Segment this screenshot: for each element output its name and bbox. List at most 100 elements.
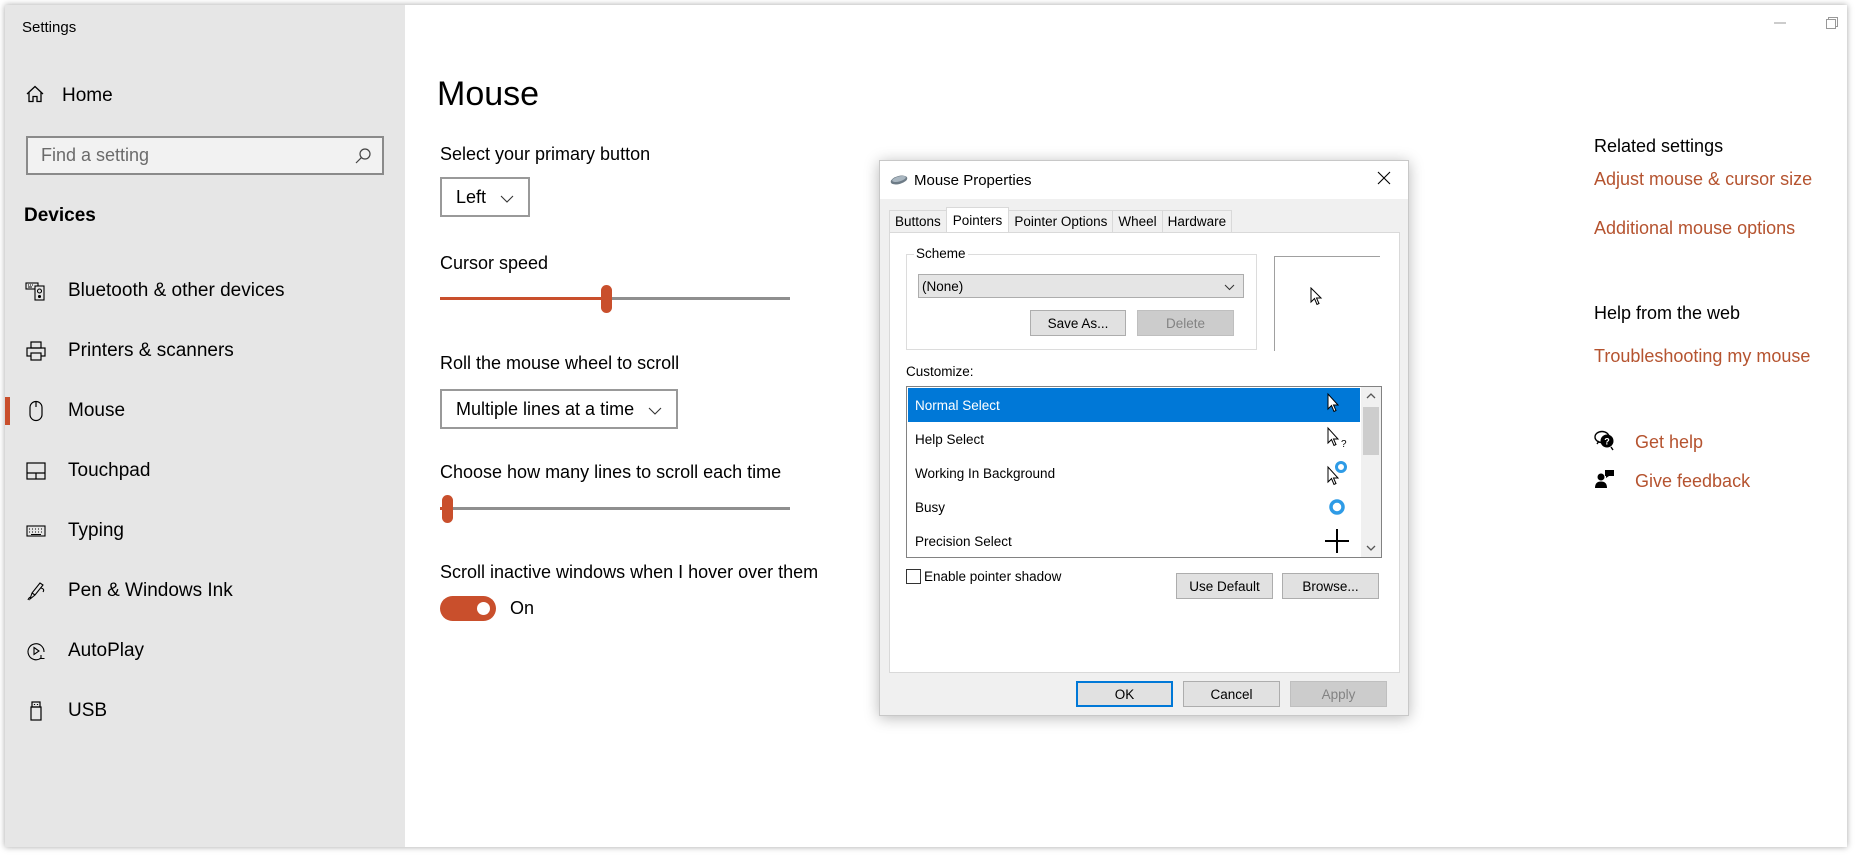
busy-cursor-icon	[1322, 493, 1350, 521]
scheme-dropdown[interactable]: (None)	[918, 274, 1244, 298]
chevron-up-icon	[1366, 393, 1376, 399]
cursor-speed-slider[interactable]	[440, 283, 790, 313]
home-label: Home	[62, 85, 113, 106]
give-feedback-label: Give feedback	[1635, 471, 1751, 491]
sidebar-item-label: Bluetooth & other devices	[68, 280, 285, 301]
additional-mouse-options-link[interactable]: Additional mouse options	[1594, 218, 1795, 239]
cursor-list[interactable]: Normal Select Help Select ? Working In B…	[906, 386, 1382, 558]
related-settings-title: Related settings	[1594, 136, 1724, 156]
sidebar-item-usb[interactable]: USB	[5, 681, 405, 741]
sidebar-item-mouse[interactable]: Mouse	[5, 381, 405, 441]
use-default-button[interactable]: Use Default	[1176, 573, 1273, 599]
tab-pointer-options[interactable]: Pointer Options	[1008, 210, 1114, 232]
sidebar-item-bluetooth[interactable]: Bluetooth & other devices	[5, 261, 405, 321]
home-icon	[25, 84, 45, 109]
svg-text:?: ?	[1604, 437, 1610, 447]
pen-icon	[25, 580, 47, 602]
section-title: Devices	[24, 205, 96, 226]
mouse-properties-dialog: Mouse Properties Buttons Pointers Pointe…	[879, 160, 1409, 716]
arrow-cursor-icon	[1322, 391, 1350, 419]
delete-button[interactable]: Delete	[1137, 310, 1234, 336]
sidebar-item-printers[interactable]: Printers & scanners	[5, 321, 405, 381]
cursor-row-label: Busy	[915, 499, 946, 515]
page-title: Mouse	[437, 75, 540, 113]
crosshair-cursor-icon	[1322, 527, 1350, 555]
scroll-inactive-toggle[interactable]	[440, 596, 496, 621]
sidebar-item-label: Printers & scanners	[68, 340, 234, 361]
give-feedback-link[interactable]: Give feedback	[1594, 468, 1750, 495]
give-feedback-icon	[1594, 468, 1616, 495]
sidebar-item-home[interactable]: Home	[25, 83, 113, 109]
cursor-row-label: Precision Select	[915, 533, 1012, 549]
chevron-down-icon	[500, 190, 514, 204]
slider-thumb[interactable]	[442, 495, 454, 523]
sidebar-item-label: Pen & Windows Ink	[68, 580, 233, 601]
pointer-shadow-checkbox[interactable]	[906, 569, 921, 584]
arrow-cursor-preview-icon	[1310, 286, 1324, 312]
apply-button[interactable]: Apply	[1290, 681, 1387, 707]
wheel-scroll-label: Roll the mouse wheel to scroll	[440, 353, 680, 373]
ok-button[interactable]: OK	[1076, 681, 1173, 707]
sidebar-item-touchpad[interactable]: Touchpad	[5, 441, 405, 501]
scroll-down-button[interactable]	[1361, 539, 1381, 557]
cursor-row-precision-select[interactable]: Precision Select	[908, 524, 1360, 557]
tab-pointers[interactable]: Pointers	[945, 207, 1010, 232]
adjust-mouse-cursor-link[interactable]: Adjust mouse & cursor size	[1594, 169, 1812, 190]
tab-wheel[interactable]: Wheel	[1112, 210, 1163, 232]
search-input[interactable]	[41, 145, 354, 166]
sidebar-item-autoplay[interactable]: AutoPlay	[5, 621, 405, 681]
cancel-button[interactable]: Cancel	[1183, 681, 1280, 707]
wheel-scroll-value: Multiple lines at a time	[456, 398, 635, 419]
sidebar-item-label: Mouse	[68, 400, 126, 421]
cursor-row-normal-select[interactable]: Normal Select	[908, 388, 1360, 422]
tab-buttons[interactable]: Buttons	[889, 210, 947, 232]
lines-to-scroll-slider[interactable]	[440, 493, 790, 523]
primary-button-dropdown[interactable]: Left	[440, 177, 531, 217]
pointer-shadow-label: Enable pointer shadow	[924, 569, 1062, 584]
sidebar-item-label: USB	[68, 700, 108, 721]
chevron-down-icon	[1366, 545, 1376, 551]
search-box[interactable]	[26, 136, 384, 175]
wheel-scroll-dropdown[interactable]: Multiple lines at a time	[440, 389, 679, 429]
cursor-row-busy[interactable]: Busy	[908, 490, 1360, 524]
slider-track	[440, 507, 790, 510]
help-from-web-title: Help from the web	[1594, 303, 1741, 323]
slider-thumb[interactable]	[600, 285, 612, 313]
browse-button[interactable]: Browse...	[1282, 573, 1379, 599]
get-help-link[interactable]: ? Get help	[1594, 429, 1703, 456]
close-icon	[1377, 171, 1391, 190]
toggle-state-label: On	[510, 598, 535, 618]
cursor-row-help-select[interactable]: Help Select ?	[908, 422, 1360, 456]
bluetooth-devices-icon	[25, 280, 47, 302]
troubleshooting-link[interactable]: Troubleshooting my mouse	[1594, 346, 1810, 367]
scheme-legend: Scheme	[914, 246, 968, 261]
scrollbar-thumb[interactable]	[1363, 407, 1379, 455]
pointer-shadow-checkbox-row[interactable]: Enable pointer shadow	[906, 569, 1061, 584]
primary-button-value: Left	[456, 186, 487, 207]
scroll-up-button[interactable]	[1361, 387, 1381, 405]
cursor-speed-label: Cursor speed	[440, 253, 549, 273]
keyboard-icon	[25, 520, 47, 542]
mouse-app-icon	[890, 174, 908, 186]
cursor-row-label: Help Select	[915, 431, 985, 447]
autoplay-icon	[25, 640, 47, 662]
working-cursor-icon	[1322, 459, 1350, 487]
sidebar-item-label: AutoPlay	[68, 640, 145, 661]
cursor-list-scrollbar[interactable]	[1361, 387, 1381, 557]
svg-text:?: ?	[1341, 439, 1347, 450]
cursor-row-label: Working In Background	[915, 465, 1056, 481]
save-as-button[interactable]: Save As...	[1030, 310, 1126, 336]
primary-button-label: Select your primary button	[440, 144, 651, 164]
cursor-row-label: Normal Select	[915, 397, 1000, 413]
sidebar-item-typing[interactable]: Typing	[5, 501, 405, 561]
cursor-row-working-in-background[interactable]: Working In Background	[908, 456, 1360, 490]
cursor-preview	[1274, 256, 1380, 351]
chevron-down-icon	[648, 402, 662, 416]
scheme-value: (None)	[922, 278, 964, 294]
dialog-close-button[interactable]	[1362, 161, 1406, 199]
dialog-titlebar[interactable]: Mouse Properties	[880, 161, 1408, 199]
search-icon[interactable]	[354, 147, 372, 165]
tab-hardware[interactable]: Hardware	[1161, 210, 1233, 232]
sidebar: Settings Home Devices	[5, 5, 405, 847]
sidebar-item-pen[interactable]: Pen & Windows Ink	[5, 561, 405, 621]
